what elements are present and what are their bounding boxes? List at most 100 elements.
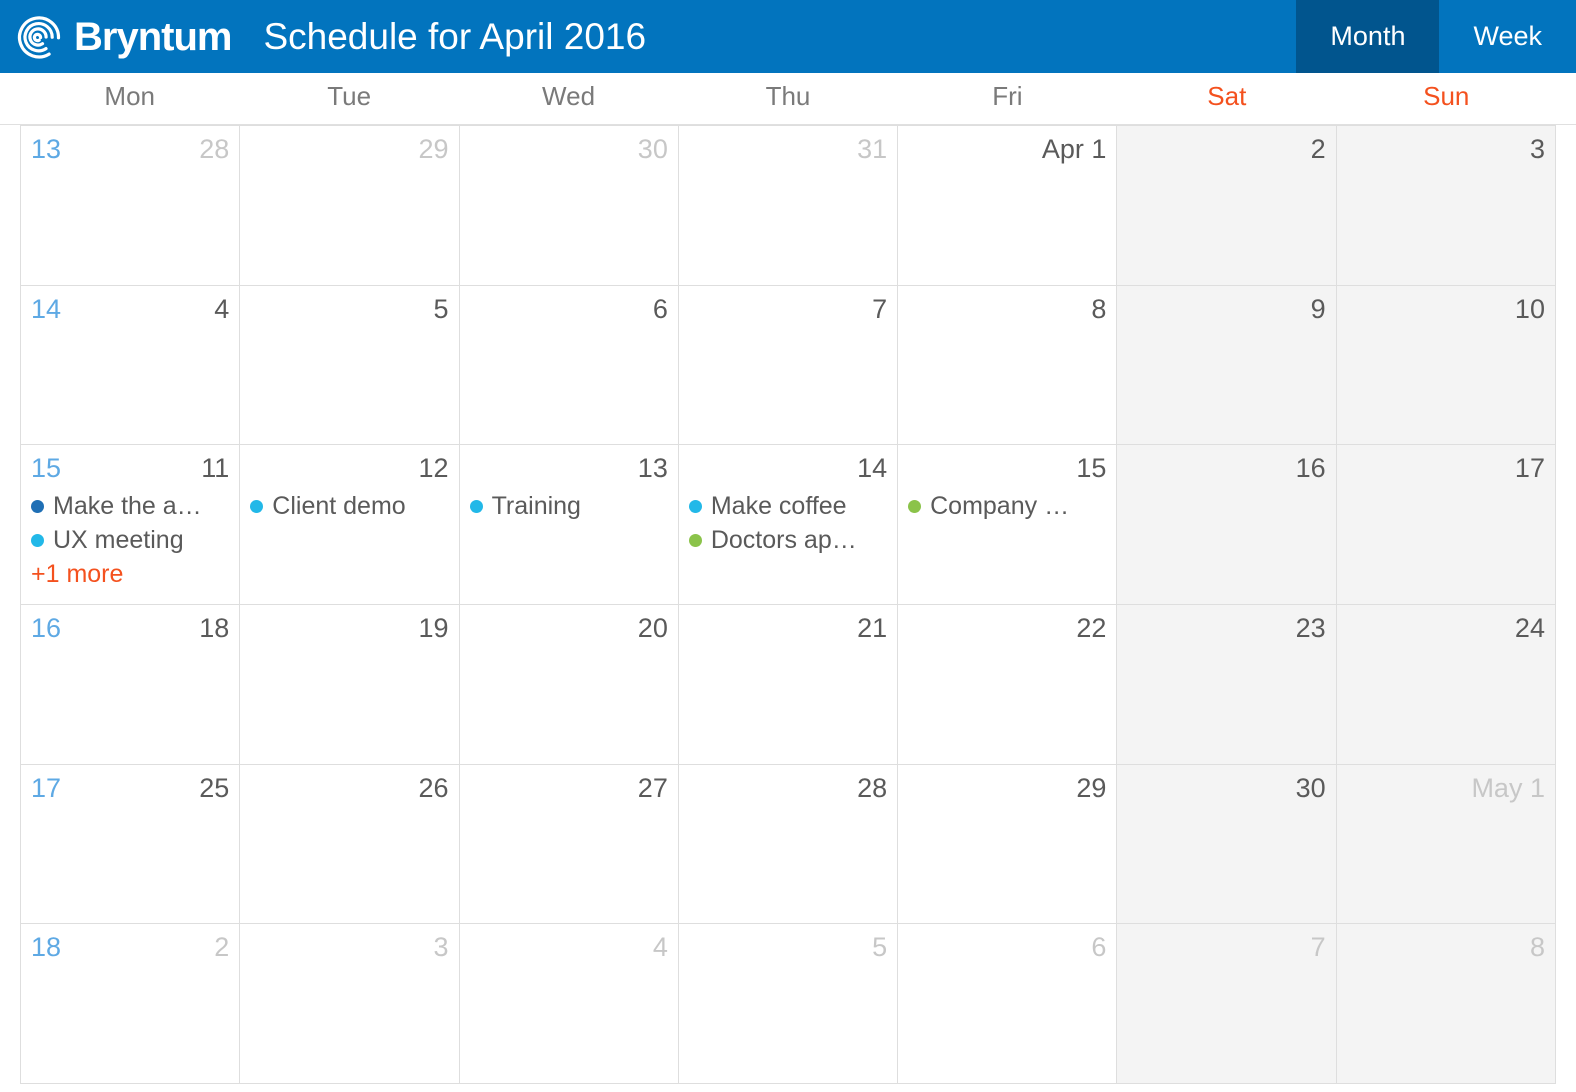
day-cell[interactable]: 132 [1116,126,1336,285]
day-number: 27 [637,772,668,803]
day-cell[interactable]: 188 [1335,924,1555,1084]
event-item[interactable]: Doctors ap… [688,523,887,557]
day-cell[interactable]: 1515 Company … [897,445,1117,605]
day-cell[interactable]: 146 [458,285,678,445]
day-cell-header: 148 [908,294,1106,328]
day-number: 30 [637,134,668,164]
day-cell[interactable]: 149 [1116,285,1336,445]
event-color-dot-icon [908,499,922,513]
day-number: 26 [418,772,449,803]
day-cell[interactable]: 17 25 [21,764,240,924]
event-item[interactable]: Client demo [250,489,448,523]
day-cell-header: 1515 [908,453,1106,487]
week-number[interactable]: 13 [31,134,61,165]
day-cell[interactable]: 1329 [239,126,459,285]
day-number: 4 [652,932,668,963]
day-cell[interactable]: 17May 1 [1335,764,1555,924]
event-item[interactable]: Make coffee [688,489,887,523]
view-button-week[interactable]: Week [1439,0,1576,73]
day-cell-header: 17 25 [31,773,229,807]
page-title: Schedule for April 2016 [263,16,647,57]
day-cell[interactable]: 13Apr 1 [897,126,1117,285]
day-cell[interactable]: 183 [239,924,459,1084]
day-cell-header: 13Apr 1 [908,134,1107,168]
day-cell[interactable]: 14 4 [21,285,240,445]
day-cell[interactable]: 147 [677,285,898,445]
day-cell[interactable]: 16 18 [21,605,240,764]
day-number: 2 [214,932,230,963]
weekday-header-tue: Tue [327,81,372,111]
day-cell-header: 1729 [908,773,1106,807]
day-cell[interactable]: 1619 [239,605,459,764]
day-cell[interactable]: 1726 [239,764,459,924]
day-cell-header: 1726 [250,772,449,807]
event-item[interactable]: Company … [908,489,1106,523]
day-cell[interactable]: 1512 Client demo [239,445,459,605]
week-number[interactable]: 15 [31,453,61,484]
day-cell[interactable]: 185 [677,924,898,1084]
day-cell[interactable]: 1410 [1335,285,1555,445]
day-number: 10 [1514,293,1545,324]
day-cell[interactable]: 18 2 [21,924,240,1084]
day-number: 28 [857,772,888,803]
day-cell-header: 1622 [908,613,1106,647]
day-cell[interactable]: 1620 [458,605,678,764]
day-cell-header: 1329 [250,134,449,168]
day-cell[interactable]: 13 28 [21,126,240,285]
day-number: 20 [637,613,668,644]
day-cell-header: 133 [1347,134,1545,168]
day-cell[interactable]: 184 [458,924,678,1084]
day-cell-header: 1624 [1347,613,1545,647]
day-cell-header: 1512 [250,453,449,487]
day-cell[interactable]: 1517 [1335,445,1555,605]
day-cell[interactable]: 133 [1335,126,1555,285]
day-cell[interactable]: 1514 Make coffee Doctors ap… [677,445,898,605]
day-cell-header: 1621 [689,613,887,647]
view-button-month[interactable]: Month [1296,0,1440,73]
day-cell[interactable]: 15 11 Make the a… UX meeting +1 more [21,445,240,605]
day-cell[interactable]: 1730 [1116,764,1336,924]
day-cell[interactable]: 186 [897,924,1117,1084]
day-cell-header: 1620 [470,613,668,647]
day-cell-header: 1730 [1127,773,1326,807]
day-cell[interactable]: 187 [1116,924,1336,1084]
day-cell-header: 1727 [470,773,668,807]
week-number[interactable]: 16 [31,613,61,644]
day-number: 5 [872,932,888,963]
more-events-link[interactable]: +1 more [31,557,229,591]
day-cell[interactable]: 1623 [1116,605,1336,764]
week-number[interactable]: 17 [31,773,61,804]
day-cell[interactable]: 1330 [458,126,678,285]
day-number: 4 [214,293,230,324]
event-title: UX meeting [53,527,184,553]
event-item[interactable]: Training [469,489,668,523]
event-title: Doctors ap… [710,527,857,553]
event-title: Training [491,493,581,519]
day-cell[interactable]: 1624 [1335,605,1555,764]
day-cell[interactable]: 1622 [897,605,1117,764]
day-number: Apr 1 [1041,134,1107,164]
spiral-logo-icon [17,15,61,59]
weekday-header-mon: Mon [104,81,155,111]
week-number[interactable]: 14 [31,294,61,325]
event-color-dot-icon [469,499,483,513]
event-color-dot-icon [250,499,264,513]
day-cell[interactable]: 1516 [1116,445,1336,605]
day-cell-header: 146 [470,294,668,328]
day-cell[interactable]: 1727 [458,764,678,924]
day-cell[interactable]: 1728 [677,764,898,924]
event-color-dot-icon [31,533,44,547]
day-cell-header: 14 4 [31,294,229,328]
day-cell[interactable]: 1513 Training [458,445,678,605]
day-cell[interactable]: 1331 [677,126,898,285]
weekday-header-thu: Thu [765,81,811,111]
event-item[interactable]: Make the a… [31,489,229,523]
day-cell[interactable]: 1729 [897,764,1117,924]
week-number[interactable]: 18 [31,932,61,963]
weekday-header-fri: Fri [992,81,1023,111]
day-cell[interactable]: 1621 [677,605,898,764]
day-number: 29 [1076,772,1107,803]
day-cell[interactable]: 145 [239,285,459,445]
event-item[interactable]: UX meeting [31,523,229,557]
day-cell[interactable]: 148 [897,285,1117,445]
